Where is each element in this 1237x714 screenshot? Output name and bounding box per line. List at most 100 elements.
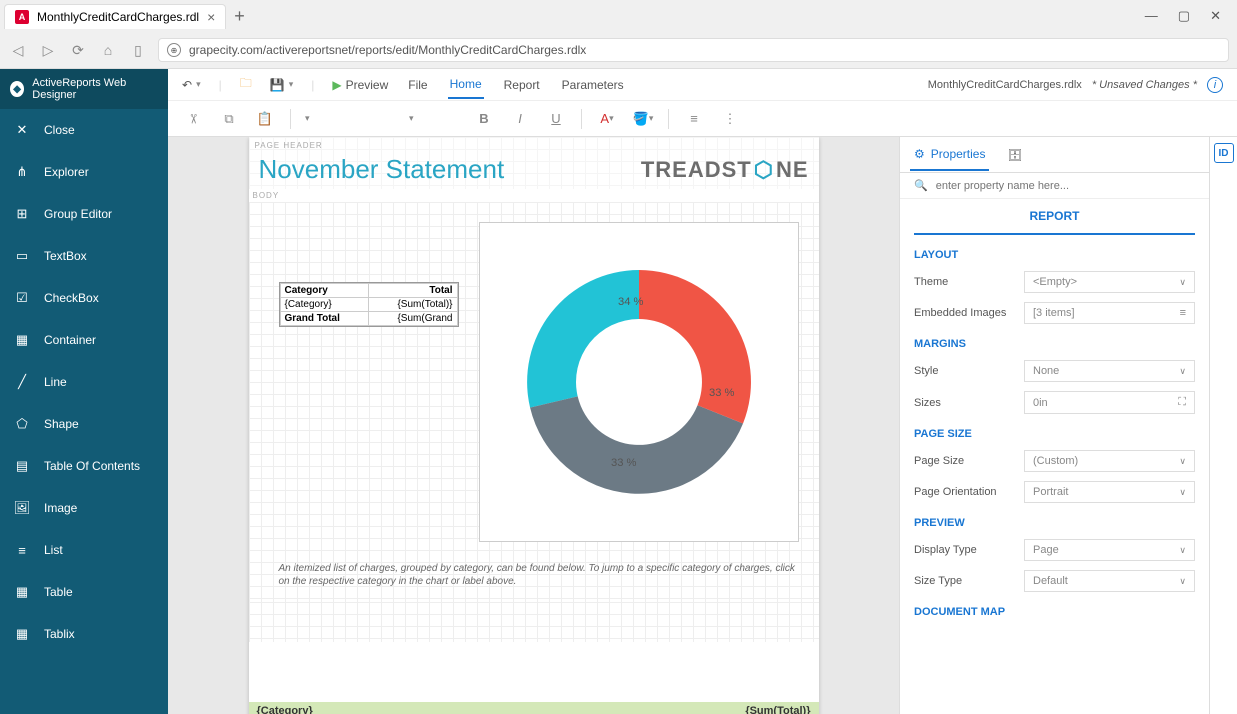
forward-button[interactable]: ▷ [38, 42, 58, 59]
chevron-down-icon: ▾ [305, 113, 310, 124]
svg-text:34 %: 34 % [618, 296, 644, 308]
size-type-select[interactable]: Default∨ [1024, 570, 1195, 592]
browser-tab[interactable]: A MonthlyCreditCardCharges.rdl × [4, 4, 226, 29]
tab-file[interactable]: File [406, 72, 429, 98]
url-bar[interactable]: ⊕ grapecity.com/activereportsnet/reports… [158, 38, 1229, 62]
app-name: ActiveReports Web Designer [32, 77, 158, 101]
preview-button[interactable]: ▶ Preview [332, 78, 388, 92]
donut-chart[interactable]: 34 % 33 % 33 % [479, 222, 799, 542]
sidebar-item-explorer[interactable]: ⋔ Explorer [0, 151, 168, 193]
save-button[interactable]: 💾 ▾ [270, 78, 293, 92]
paste-button[interactable]: 📋 [254, 108, 276, 130]
sidebar-item-toc[interactable]: ▤Table Of Contents [0, 445, 168, 487]
sidebar-item-label: Image [44, 501, 77, 515]
new-tab-button[interactable]: + [234, 6, 245, 27]
chevron-down-icon: ∨ [1179, 487, 1186, 498]
browser-chrome: A MonthlyCreditCardCharges.rdl × + — ▢ ✕… [0, 0, 1237, 69]
main-area: ↶ ▾ | 🗀 💾 ▾ | ▶ Preview File Home Report… [168, 69, 1237, 714]
font-family-select[interactable]: ▾ [305, 113, 395, 124]
display-type-select[interactable]: Page∨ [1024, 539, 1195, 561]
toc-icon: ▤ [14, 458, 30, 474]
ribbon: ↶ ▾ | 🗀 💾 ▾ | ▶ Preview File Home Report… [168, 69, 1237, 101]
bookmark-button[interactable]: ▯ [128, 42, 148, 59]
chevron-down-icon: ∨ [1179, 545, 1186, 556]
page-size-select[interactable]: (Custom)∨ [1024, 450, 1195, 472]
collapse-panel-button[interactable]: ID [1214, 143, 1234, 163]
chevron-down-icon: ∨ [1179, 576, 1186, 587]
tab-report[interactable]: Report [502, 72, 542, 98]
margin-sizes-field[interactable]: 0in⛶ [1024, 391, 1195, 414]
container-icon: ▦ [14, 332, 30, 348]
minimize-button[interactable]: — [1145, 8, 1158, 24]
tablix-icon: ▦ [14, 626, 30, 642]
gear-icon: ⚙ [914, 147, 925, 161]
sidebar-item-image[interactable]: 🖼 Image [0, 487, 168, 529]
sidebar-item-textbox[interactable]: ▭ TextBox [0, 235, 168, 277]
data-tab[interactable]: 🗄 [1003, 140, 1026, 170]
fill-color-button[interactable]: 🪣 ▾ [632, 108, 654, 130]
embedded-images-field[interactable]: [3 items]≡ [1024, 302, 1195, 324]
italic-button[interactable]: I [509, 108, 531, 130]
sidebar-item-group-editor[interactable]: ⊞Group Editor [0, 193, 168, 235]
property-search[interactable]: 🔍 [900, 173, 1209, 199]
database-icon: 🗄 [1007, 148, 1022, 162]
url-text: grapecity.com/activereportsnet/reports/e… [189, 43, 586, 57]
tab-parameters[interactable]: Parameters [560, 72, 626, 98]
textbox-icon: ▭ [14, 248, 30, 264]
margin-style-select[interactable]: None∨ [1024, 360, 1195, 382]
sidebar-item-line[interactable]: ╱Line [0, 361, 168, 403]
tab-home[interactable]: Home [448, 71, 484, 99]
font-size-select[interactable]: ▾ [409, 113, 459, 124]
undo-button[interactable]: ↶ ▾ [182, 78, 201, 92]
sidebar-item-checkbox[interactable]: ☑CheckBox [0, 277, 168, 319]
sidebar-item-container[interactable]: ▦Container [0, 319, 168, 361]
bold-button[interactable]: B [473, 108, 495, 130]
page-orientation-select[interactable]: Portrait∨ [1024, 481, 1195, 503]
chevron-down-icon: ▾ [409, 113, 414, 124]
section-layout: LAYOUT [914, 249, 1195, 261]
right-rail: ID [1209, 137, 1237, 714]
properties-tab[interactable]: ⚙ Properties [910, 139, 989, 171]
category-band[interactable]: {Category} {Sum(Total)} [249, 702, 819, 714]
open-button[interactable]: 🗀 [240, 74, 252, 95]
back-button[interactable]: ◁ [8, 42, 28, 59]
statement-title[interactable]: November Statement [259, 154, 505, 185]
sidebar-item-label: Explorer [44, 165, 89, 179]
sidebar-item-label: Close [44, 123, 75, 137]
brand-logo[interactable]: TREADST⬡NE [641, 157, 809, 183]
section-preview: PREVIEW [914, 517, 1195, 529]
hierarchy-icon: ⋔ [14, 164, 30, 180]
note-text[interactable]: An itemized list of charges, grouped by … [279, 562, 799, 588]
sidebar-item-table[interactable]: ▦Table [0, 571, 168, 613]
font-color-button[interactable]: A ▾ [596, 108, 618, 130]
home-button[interactable]: ⌂ [98, 42, 118, 58]
svg-text:33 %: 33 % [709, 387, 735, 399]
summary-table[interactable]: CategoryTotal {Category}{Sum(Total)} Gra… [279, 282, 459, 327]
info-icon[interactable]: i [1207, 77, 1223, 93]
sidebar-item-list[interactable]: ≡List [0, 529, 168, 571]
format-toolbar: ✂ ⧉ 📋 ▾ ▾ B I U A ▾ 🪣 ▾ ≡ ⋮ [168, 101, 1237, 137]
cut-button[interactable]: ✂ [182, 108, 204, 130]
sidebar-item-label: TextBox [44, 249, 87, 263]
sidebar-item-close[interactable]: ✕Close [0, 109, 168, 151]
image-icon: 🖼 [14, 500, 30, 516]
sidebar-item-shape[interactable]: ⬠Shape [0, 403, 168, 445]
property-search-input[interactable] [936, 180, 1195, 192]
more-button[interactable]: ⋮ [719, 108, 741, 130]
close-window-button[interactable]: ✕ [1210, 8, 1221, 24]
filename-label: MonthlyCreditCardCharges.rdlx [928, 79, 1082, 91]
theme-select[interactable]: <Empty>∨ [1024, 271, 1195, 293]
tab-close-icon[interactable]: × [207, 9, 215, 25]
reload-button[interactable]: ⟳ [68, 42, 88, 59]
angular-favicon: A [15, 10, 29, 24]
underline-button[interactable]: U [545, 108, 567, 130]
maximize-button[interactable]: ▢ [1178, 8, 1190, 24]
chevron-down-icon: ▾ [609, 113, 614, 124]
copy-button[interactable]: ⧉ [218, 108, 240, 130]
sidebar-item-tablix[interactable]: ▦ Tablix [0, 613, 168, 655]
svg-text:33 %: 33 % [611, 457, 637, 469]
align-button[interactable]: ≡ [683, 108, 705, 130]
design-canvas[interactable]: PAGE HEADER November Statement TREADST⬡N… [168, 137, 899, 714]
chevron-down-icon: ▾ [649, 113, 654, 124]
sidebar-item-label: Tablix [44, 627, 75, 641]
